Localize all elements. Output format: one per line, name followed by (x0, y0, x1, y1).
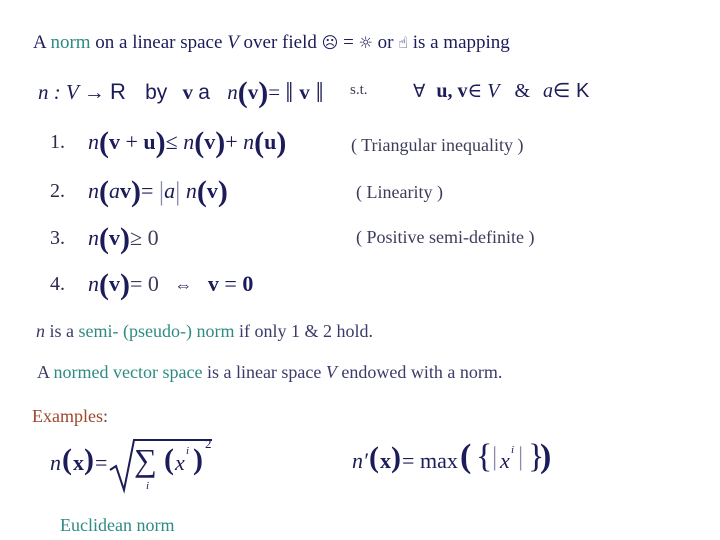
property-formula: n(v + u)≤ n(v)+ n(u) (88, 126, 287, 159)
property-formula: n(v)= 0 ⇔ v = 0 (88, 268, 254, 301)
space-var: V (227, 32, 239, 53)
euclid-var: x (175, 450, 185, 475)
by-word: by (145, 81, 168, 104)
examples-heading: Examples: (32, 406, 108, 427)
property-label: ( Triangular inequality ) (351, 135, 524, 155)
quantifier: ∀ u, v∈ V & a∈ K (413, 78, 589, 103)
max-func: max (420, 448, 458, 473)
max-x: x (380, 448, 391, 473)
euclid-n: n (50, 450, 61, 475)
in-V: ∈ V (467, 80, 500, 102)
field-symbol-c-icon: ☝ (398, 33, 408, 52)
max-sup: i (511, 444, 515, 456)
max-var: x (500, 448, 510, 473)
uv-vectors: u, v (436, 80, 468, 102)
examples-colon: : (102, 406, 108, 426)
property-label: ( Positive semi-definite ) (356, 227, 535, 247)
rparen: ) (258, 76, 269, 109)
euclid-x: x (73, 450, 84, 475)
property-formula: n(av)= |a| n(v) (88, 175, 228, 208)
forall-symbol: ∀ (413, 81, 426, 101)
term-norm: norm (50, 32, 91, 53)
such-that: s.t. (350, 82, 368, 98)
normed-suffix: endowed with a norm. (336, 362, 503, 382)
intro-suffix: is a mapping (407, 32, 510, 53)
normed-middle: is a linear space (202, 362, 326, 382)
map-v3: v (299, 80, 310, 104)
euclid-sup: i (186, 445, 190, 457)
property-formula: n(v)≥ 0 (88, 222, 159, 255)
property-number: 1. (50, 131, 65, 153)
normed-var: V (325, 362, 337, 382)
normed-prefix: A (37, 362, 54, 382)
map-n-of-v: n (227, 80, 238, 104)
field-symbol-r-icon: ☼ (358, 33, 373, 52)
map-eq: = (268, 80, 281, 104)
euclidean-norm-caption: Euclidean norm (60, 515, 175, 535)
property-number: 2. (50, 180, 65, 202)
intro-after-var: over field (238, 32, 322, 53)
property-number: 3. (50, 227, 65, 249)
field-symbol-k-icon: ☹ (321, 33, 339, 52)
intro-line: A norm on a linear space V over field ☹ … (33, 32, 510, 54)
norm-close: ‖ (315, 78, 324, 109)
intro-prefix: A (33, 32, 51, 53)
map-v2: v (247, 80, 259, 104)
ampersand: & (514, 80, 531, 102)
seminorm-n: n (36, 321, 45, 341)
seminorm-suffix: if only 1 & 2 hold. (234, 321, 373, 341)
in-K: ∈ K (553, 80, 590, 102)
equals-sign: = (338, 32, 359, 53)
examples-title: Examples (32, 406, 103, 426)
property-label: ( Linearity ) (356, 182, 443, 202)
map-colon-v: : V (48, 80, 84, 104)
sum-symbol: ∑ (134, 442, 157, 478)
norm-open: ‖ (285, 78, 294, 109)
euclid-power: 2 (205, 436, 212, 451)
map-n: n (38, 80, 49, 104)
maps-to-symbol: a (198, 81, 210, 104)
seminorm-is-a: is a (45, 321, 79, 341)
scalar-a: a (543, 80, 554, 102)
or-word: or (372, 32, 399, 53)
max-norm-formula: n′ ( x ) = max ( { | x i | } ) (352, 438, 552, 475)
map-v: v (182, 80, 194, 104)
reals-symbol: R (109, 79, 126, 104)
intro-middle: on a linear space (90, 32, 228, 53)
normed-space-line: A normed vector space is a linear space … (37, 362, 502, 383)
term-normed-vector-space: normed vector space (53, 362, 203, 382)
mapping-definition: n : V → R by v a n(v)= ‖ v ‖ (38, 76, 324, 110)
euclidean-norm-formula: n ( x ) = ∑ i ( x i ) 2 (50, 436, 230, 500)
euclid-eq: = (95, 450, 108, 475)
seminorm-line: n is a semi- (pseudo-) norm if only 1 & … (36, 321, 373, 342)
property-number: 4. (50, 273, 65, 295)
lparen: ( (237, 76, 248, 109)
sum-index: i (146, 480, 150, 492)
max-n-prime: n′ (352, 448, 368, 473)
max-eq: = (402, 448, 415, 473)
arrow-icon: → (83, 80, 105, 104)
term-seminorm: semi- (pseudo-) norm (78, 321, 235, 341)
